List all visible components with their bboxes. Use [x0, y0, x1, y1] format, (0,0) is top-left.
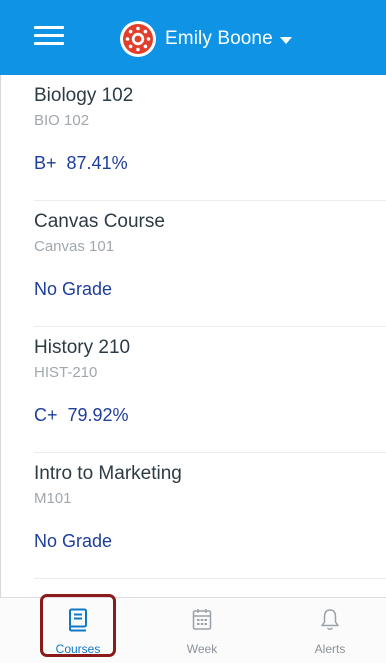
- course-name: Biology 102: [34, 85, 134, 106]
- user-name: Emily Boone: [165, 28, 273, 49]
- course-name: History 210: [34, 337, 131, 358]
- course-grade: B+ 87.41%: [34, 153, 128, 174]
- bell-icon: [320, 608, 340, 637]
- course-card[interactable]: Biology 102 BIO 102 B+ 87.41%: [0, 75, 386, 201]
- canvas-logo-icon: [120, 21, 156, 57]
- bottom-tab-bar: Courses Week Alerts: [0, 597, 386, 663]
- tab-label: Alerts: [314, 642, 346, 656]
- tab-week[interactable]: Week: [152, 598, 252, 662]
- course-code: M101: [34, 490, 72, 507]
- course-grade: No Grade: [34, 531, 112, 552]
- grade-percent: 87.41%: [66, 153, 128, 173]
- divider: [34, 578, 386, 579]
- calendar-icon: [192, 608, 212, 637]
- grade-letter: No Grade: [34, 531, 113, 551]
- tab-label: Courses: [55, 642, 101, 656]
- tab-courses[interactable]: Courses: [28, 598, 128, 662]
- tab-alerts[interactable]: Alerts: [280, 598, 380, 662]
- caret-down-icon: [279, 36, 292, 44]
- tab-label: Week: [186, 642, 218, 656]
- hamburger-menu-icon[interactable]: [34, 24, 64, 48]
- grade-letter: B+: [34, 153, 57, 173]
- top-nav-bar: Emily Boone: [0, 0, 386, 75]
- grade-percent: 79.92%: [67, 405, 129, 425]
- course-grade: No Grade: [34, 279, 112, 300]
- course-name: Canvas Course: [34, 211, 165, 232]
- user-switcher[interactable]: Emily Boone: [120, 21, 292, 57]
- grade-letter: C+: [34, 405, 58, 425]
- course-code: HIST-210: [34, 364, 98, 381]
- course-card[interactable]: Canvas Course Canvas 101 No Grade: [0, 201, 386, 327]
- book-icon: [68, 608, 88, 637]
- course-name: Intro to Marketing: [34, 463, 182, 484]
- course-code: Canvas 101: [34, 238, 115, 255]
- course-card[interactable]: Intro to Marketing M101 No Grade: [0, 453, 386, 579]
- grade-letter: No Grade: [34, 279, 113, 299]
- course-code: BIO 102: [34, 112, 90, 129]
- course-grade: C+ 79.92%: [34, 405, 129, 426]
- course-card[interactable]: History 210 HIST-210 C+ 79.92%: [0, 327, 386, 453]
